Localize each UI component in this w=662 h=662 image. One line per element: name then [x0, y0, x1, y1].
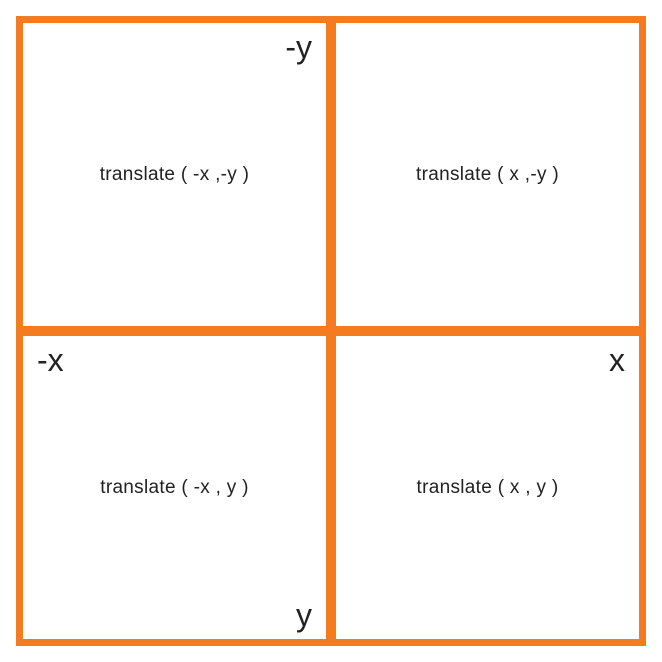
quadrant-text: translate ( x ,-y )	[416, 164, 559, 186]
quadrant-text: translate ( -x ,-y )	[100, 164, 250, 186]
translate-quadrant-grid: -y translate ( -x ,-y ) translate ( x ,-…	[16, 16, 646, 646]
quadrant-text: translate ( x , y )	[417, 477, 559, 499]
axis-label-neg-x: -x	[37, 344, 64, 376]
axis-label-neg-y: -y	[285, 31, 312, 63]
quadrant-text: translate ( -x , y )	[100, 477, 249, 499]
quadrant-bottom-left: -x translate ( -x , y ) y	[23, 331, 331, 639]
quadrant-bottom-right: x translate ( x , y )	[331, 331, 639, 639]
axis-label-pos-x: x	[609, 344, 625, 376]
quadrant-top-right: translate ( x ,-y )	[331, 23, 639, 331]
quadrant-top-left: -y translate ( -x ,-y )	[23, 23, 331, 331]
axis-label-pos-y: y	[296, 599, 312, 631]
